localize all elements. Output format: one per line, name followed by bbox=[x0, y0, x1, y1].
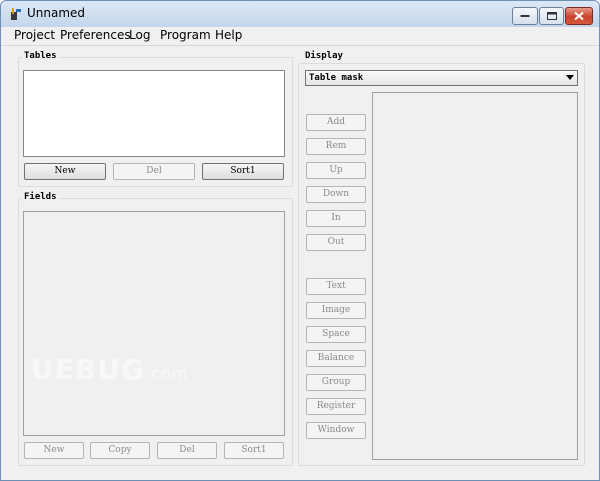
fields-copy-button[interactable]: Copy bbox=[90, 442, 150, 459]
display-preview-area[interactable] bbox=[372, 92, 578, 460]
display-space-button[interactable]: Space bbox=[306, 326, 366, 343]
app-window: Unnamed Project Preferences Log Program … bbox=[0, 0, 600, 481]
watermark-suffix: .com bbox=[144, 364, 189, 383]
tables-list[interactable] bbox=[23, 70, 285, 157]
chevron-down-icon bbox=[566, 75, 574, 80]
title-bar[interactable]: Unnamed bbox=[1, 1, 599, 27]
fields-del-button[interactable]: Del bbox=[157, 442, 217, 459]
display-add-button[interactable]: Add bbox=[306, 114, 366, 131]
menu-program[interactable]: Program bbox=[160, 28, 211, 42]
display-group-button[interactable]: Group bbox=[306, 374, 366, 391]
fields-new-button[interactable]: New bbox=[24, 442, 84, 459]
display-down-button[interactable]: Down bbox=[306, 186, 366, 203]
close-button[interactable] bbox=[565, 7, 593, 25]
close-icon bbox=[574, 11, 584, 21]
display-label: Display bbox=[305, 51, 343, 61]
maximize-icon bbox=[546, 12, 557, 20]
tables-del-button[interactable]: Del bbox=[113, 163, 195, 180]
menu-help[interactable]: Help bbox=[215, 28, 242, 42]
tables-sort-button[interactable]: Sort1 bbox=[202, 163, 284, 180]
display-text-button[interactable]: Text bbox=[306, 278, 366, 295]
minimize-icon bbox=[520, 15, 530, 17]
fields-label: Fields bbox=[22, 192, 59, 202]
display-window-button[interactable]: Window bbox=[306, 422, 366, 439]
display-up-button[interactable]: Up bbox=[306, 162, 366, 179]
display-mode-select[interactable]: Table mask bbox=[305, 70, 578, 86]
menu-bar: Project Preferences Log Program Help bbox=[1, 27, 599, 46]
display-register-button[interactable]: Register bbox=[306, 398, 366, 415]
tables-new-button[interactable]: New bbox=[24, 163, 106, 180]
display-balance-button[interactable]: Balance bbox=[306, 350, 366, 367]
menu-preferences[interactable]: Preferences bbox=[60, 28, 131, 42]
display-in-button[interactable]: In bbox=[306, 210, 366, 227]
fields-list[interactable] bbox=[23, 211, 285, 436]
watermark: UEBUG.com bbox=[31, 353, 188, 386]
menu-project[interactable]: Project bbox=[14, 28, 55, 42]
app-icon bbox=[11, 8, 21, 20]
fields-sort-button[interactable]: Sort1 bbox=[224, 442, 284, 459]
display-mode-value: Table mask bbox=[309, 73, 364, 83]
tables-label: Tables bbox=[22, 51, 59, 61]
display-rem-button[interactable]: Rem bbox=[306, 138, 366, 155]
minimize-button[interactable] bbox=[512, 7, 538, 25]
window-title: Unnamed bbox=[27, 6, 86, 20]
display-image-button[interactable]: Image bbox=[306, 302, 366, 319]
display-out-button[interactable]: Out bbox=[306, 234, 366, 251]
menu-log[interactable]: Log bbox=[129, 28, 150, 42]
maximize-button[interactable] bbox=[539, 7, 564, 25]
watermark-text: UEBUG bbox=[31, 353, 145, 386]
